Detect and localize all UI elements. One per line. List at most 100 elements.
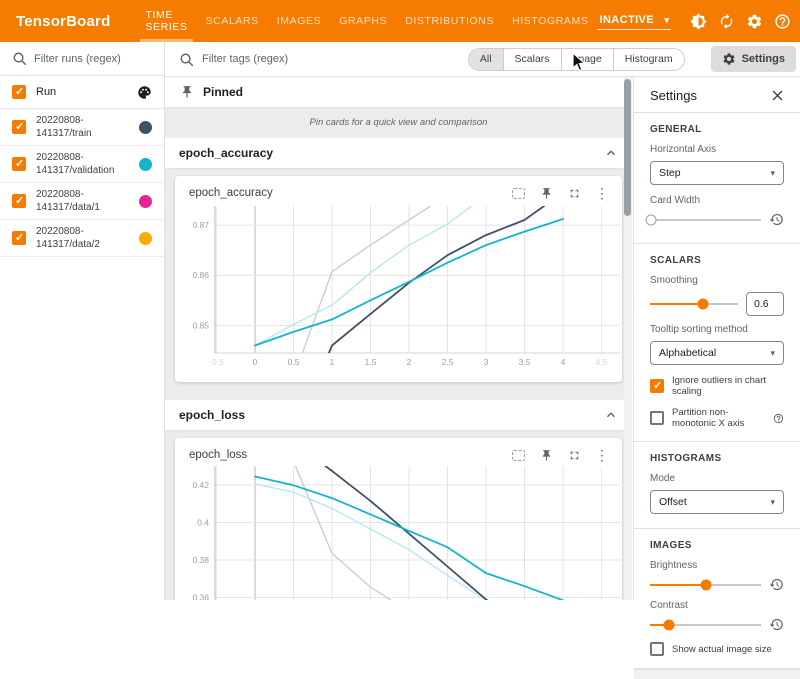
settings-toggle-button[interactable]: Settings <box>711 46 796 72</box>
runs-column-header: Run <box>0 76 164 109</box>
run-row-data1: 20220808-141317/data/1 <box>0 183 164 220</box>
svg-text:2: 2 <box>407 357 412 367</box>
palette-icon <box>137 85 152 100</box>
pin-icon <box>540 449 553 462</box>
contrast-slider[interactable] <box>650 618 761 632</box>
section-header-epoch-loss[interactable]: epoch_loss <box>165 400 632 430</box>
chevron-down-icon: ▾ <box>770 168 775 179</box>
tab-distributions[interactable]: DISTRIBUTIONS <box>396 0 503 42</box>
run-label: 20220808-141317/train <box>36 114 132 140</box>
run-row-data2: 20220808-141317/data/2 <box>0 220 164 257</box>
chevron-down-icon: ▾ <box>770 348 775 359</box>
smoothing-value-input[interactable]: 0.6 <box>746 292 784 316</box>
settings-group-histograms: HISTOGRAMS Mode Offset ▾ <box>634 442 800 529</box>
tab-scalars[interactable]: SCALARS <box>197 0 268 42</box>
chart-card-epoch-loss: epoch_loss ⋮ -0.54.500.511.522.533.540.3… <box>175 438 622 600</box>
contrast-reset-button[interactable] <box>769 617 784 632</box>
section-header-epoch-accuracy[interactable]: epoch_accuracy <box>165 138 632 168</box>
pin-card-button[interactable] <box>536 446 556 464</box>
run-checkbox-data2[interactable] <box>12 231 26 245</box>
contrast-label: Contrast <box>650 600 784 611</box>
tab-images[interactable]: IMAGES <box>268 0 330 42</box>
group-heading: IMAGES <box>650 540 784 551</box>
search-icon <box>12 51 27 66</box>
histogram-mode-dropdown[interactable]: Offset ▾ <box>650 490 784 514</box>
pinned-section-header: Pinned <box>165 77 632 107</box>
refresh-button[interactable] <box>716 8 738 34</box>
chip-scalars[interactable]: Scalars <box>503 49 561 70</box>
svg-text:0.42: 0.42 <box>192 480 209 490</box>
tab-graphs[interactable]: GRAPHS <box>330 0 396 42</box>
epoch-loss-chart[interactable]: -0.54.500.511.522.533.540.360.380.40.42 <box>175 466 622 600</box>
pin-card-button[interactable] <box>536 184 556 202</box>
run-row-train: 20220808-141317/train <box>0 109 164 146</box>
run-color-dot <box>139 232 152 245</box>
show-actual-size-label: Show actual image size <box>672 644 772 655</box>
histogram-mode-label: Mode <box>650 473 784 484</box>
svg-text:0: 0 <box>253 357 258 367</box>
fullscreen-icon <box>568 449 581 462</box>
brightness-label: Brightness <box>650 560 784 571</box>
panel-next-section <box>634 669 800 679</box>
brightness-slider[interactable] <box>650 578 761 592</box>
svg-text:2.5: 2.5 <box>442 357 454 367</box>
select-all-runs-checkbox[interactable] <box>12 85 26 99</box>
chevron-up-icon <box>604 146 618 160</box>
help-circle-icon <box>773 413 784 424</box>
tooltip-sort-dropdown[interactable]: Alphabetical ▾ <box>650 341 784 365</box>
run-checkbox-validation[interactable] <box>12 157 26 171</box>
card-width-slider[interactable] <box>650 213 761 227</box>
svg-text:3: 3 <box>484 357 489 367</box>
section-title: epoch_accuracy <box>179 146 273 160</box>
kebab-menu-icon: ⋮ <box>595 186 609 200</box>
theme-toggle-button[interactable] <box>687 8 709 34</box>
chip-all[interactable]: All <box>469 49 503 70</box>
run-checkbox-train[interactable] <box>12 120 26 134</box>
content-scrollbar[interactable] <box>624 77 632 600</box>
partition-x-axis-checkbox[interactable] <box>650 411 664 425</box>
app-header: TensorBoard TIME SERIES SCALARS IMAGES G… <box>0 0 800 42</box>
svg-text:0.4: 0.4 <box>197 517 209 527</box>
svg-text:1: 1 <box>330 357 335 367</box>
brightness-reset-button[interactable] <box>769 577 784 592</box>
settings-gear-button[interactable] <box>744 8 766 34</box>
card-menu-button[interactable]: ⋮ <box>592 184 612 202</box>
fullscreen-button[interactable] <box>564 184 584 202</box>
fit-to-data-button[interactable] <box>508 184 528 202</box>
runs-sidebar: Run 20220808-141317/train 20220808-14131… <box>0 42 165 600</box>
svg-text:-0.5: -0.5 <box>209 357 224 367</box>
run-status-dropdown[interactable]: INACTIVE ▾ <box>597 12 671 30</box>
chip-image[interactable]: Image <box>561 49 613 70</box>
histogram-mode-value: Offset <box>659 496 687 508</box>
tab-histograms[interactable]: HISTOGRAMS <box>503 0 597 42</box>
svg-text:0.5: 0.5 <box>288 357 300 367</box>
tag-type-filter: All Scalars Image Histogram <box>468 48 685 71</box>
group-heading: GENERAL <box>650 124 784 135</box>
scrollbar-thumb[interactable] <box>624 79 631 216</box>
tab-time-series[interactable]: TIME SERIES <box>136 0 196 42</box>
card-width-reset-button[interactable] <box>769 212 784 227</box>
run-color-dot <box>139 121 152 134</box>
run-label: 20220808-141317/data/1 <box>36 188 132 214</box>
help-button[interactable] <box>772 8 794 34</box>
chip-histogram[interactable]: Histogram <box>613 49 684 70</box>
fullscreen-button[interactable] <box>564 446 584 464</box>
filter-tags-input[interactable] <box>202 53 352 65</box>
filter-runs-input[interactable] <box>34 53 144 65</box>
run-checkbox-data1[interactable] <box>12 194 26 208</box>
close-icon[interactable] <box>771 89 784 102</box>
svg-text:0.87: 0.87 <box>192 220 209 230</box>
ignore-outliers-checkbox[interactable] <box>650 379 664 393</box>
fit-to-data-button[interactable] <box>508 446 528 464</box>
ignore-outliers-label: Ignore outliers in chart scaling <box>672 375 784 397</box>
epoch-accuracy-chart[interactable]: -0.54.500.511.522.533.540.850.860.87 <box>175 204 622 370</box>
refresh-icon <box>718 13 735 30</box>
pinned-empty-hint: Pin cards for a quick view and compariso… <box>165 107 632 137</box>
card-menu-button[interactable]: ⋮ <box>592 446 612 464</box>
smoothing-slider[interactable] <box>650 297 738 311</box>
smoothing-label: Smoothing <box>650 275 784 286</box>
horizontal-axis-dropdown[interactable]: Step ▾ <box>650 161 784 185</box>
show-actual-size-checkbox[interactable] <box>650 642 664 656</box>
cards-scroll-area: Pinned Pin cards for a quick view and co… <box>165 77 632 600</box>
svg-text:0.36: 0.36 <box>192 592 209 600</box>
